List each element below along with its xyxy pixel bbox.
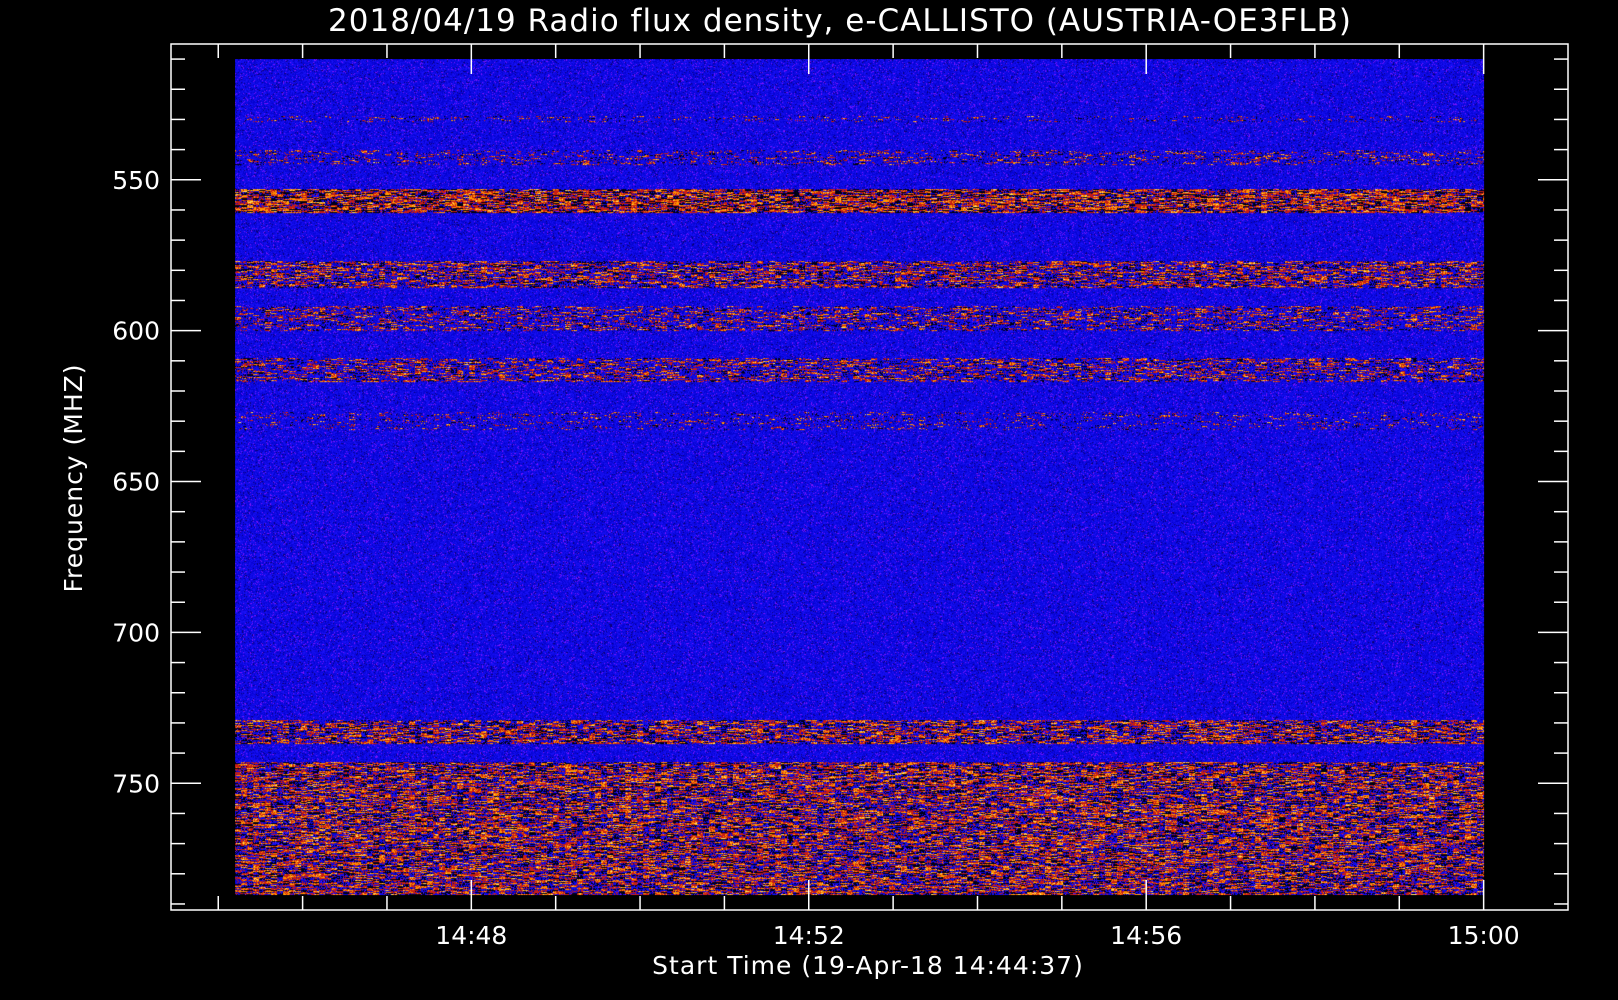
x-tick-label: 14:56 (1110, 921, 1182, 950)
x-tick-label: 14:52 (773, 921, 845, 950)
y-axis-label: Frequency (MHZ) (59, 363, 88, 592)
x-axis-label: Start Time (19-Apr-18 14:44:37) (652, 951, 1084, 980)
x-tick-label: 14:48 (435, 921, 507, 950)
y-tick-label: 700 (112, 618, 160, 647)
y-tick-label: 550 (112, 166, 160, 195)
chart-title: 2018/04/19 Radio flux density, e-CALLIST… (328, 3, 1352, 39)
x-axis-tick-labels: 14:48 14:52 14:56 15:00 (435, 921, 1519, 950)
spectrogram-raster (235, 59, 1485, 896)
plot-area (235, 59, 1485, 896)
y-axis-tick-labels: 550 600 650 700 750 (112, 166, 160, 798)
y-tick-label: 600 (112, 317, 160, 346)
x-tick-label: 15:00 (1448, 921, 1520, 950)
spectrogram-figure: 2018/04/19 Radio flux density, e-CALLIST… (59, 3, 1569, 980)
y-tick-label: 650 (112, 468, 160, 497)
y-tick-label: 750 (112, 769, 160, 798)
